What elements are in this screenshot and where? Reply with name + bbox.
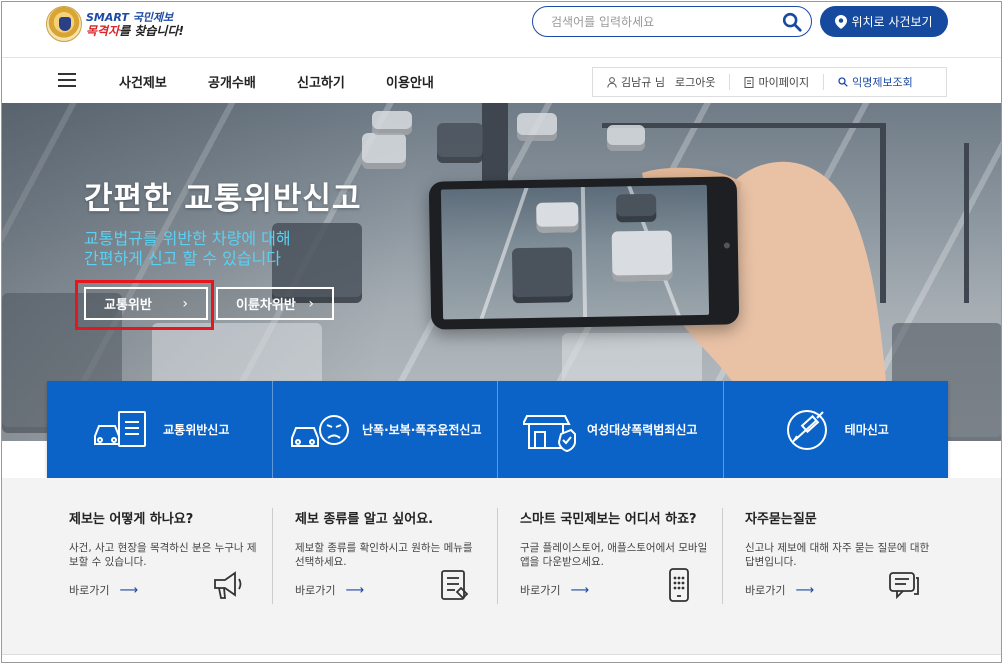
mypage-link[interactable]: 마이페이지: [730, 74, 825, 90]
category-label: 여성대상폭력범죄신고: [587, 423, 698, 437]
category-label: 테마신고: [844, 423, 889, 437]
info-card-report-types: 제보 종류를 알고 싶어요. 제보할 종류를 확인하시고 원하는 메뉴를 선택하…: [295, 508, 520, 604]
arrow-right-icon: ⟶: [345, 582, 365, 598]
angry-car-icon: [290, 414, 349, 447]
logout-link[interactable]: 로그아웃: [675, 74, 715, 90]
hamburger-menu-icon[interactable]: [58, 73, 76, 87]
info-card-faq: 자주묻는질문 신고나 제보에 대해 자주 묻는 질문에 대한 답변입니다. 바로…: [745, 508, 970, 604]
top-bar: SMART 국민제보 목격자를 찾습니다! 위치로 사건보기: [2, 2, 1001, 58]
main-nav: 사건제보 공개수배 신고하기 이용안내 김남규 님 로그아웃 마이페이지 익명제…: [2, 59, 1001, 103]
site-logo[interactable]: SMART 국민제보 목격자를 찾습니다!: [46, 6, 184, 42]
phone-image: [428, 176, 740, 330]
info-card-description: 사건, 사고 현장을 목격하신 분은 누구나 제보할 수 있습니다.: [69, 542, 257, 568]
go-link[interactable]: 바로가기 ⟶: [520, 582, 589, 598]
category-label: 교통위반신고: [163, 423, 230, 437]
user-name: 김남규 님: [621, 76, 665, 89]
traffic-report-icon: [94, 410, 147, 447]
footer-edge: [2, 654, 1001, 662]
highlight-box: [75, 280, 214, 330]
search-icon[interactable]: [781, 11, 803, 33]
phone-screen-image: [440, 184, 710, 320]
browser-frame: SMART 국민제보 목격자를 찾습니다! 위치로 사건보기 사건제보 공개수배…: [1, 1, 1002, 663]
category-reckless-driving[interactable]: 난폭·보복·폭주운전신고: [273, 381, 498, 478]
info-card-description: 구글 플레이스토어, 애플스토어에서 모바일앱을 다운받으세요.: [520, 542, 708, 568]
info-card-title: 스마트 국민제보는 어디서 하죠?: [520, 512, 697, 527]
shop-shield-icon: [523, 414, 577, 452]
traffic-pole-image: [482, 103, 508, 183]
police-emblem-icon: [46, 6, 82, 42]
category-traffic-report[interactable]: 교통위반신고: [47, 381, 273, 478]
go-link[interactable]: 바로가기 ⟶: [69, 582, 138, 598]
arrow-right-icon: ⟶: [795, 582, 815, 598]
info-card-title: 자주묻는질문: [745, 512, 817, 527]
motorcycle-violation-button[interactable]: 이륜차위반 ›: [216, 287, 334, 320]
nav-item-guide[interactable]: 이용안내: [386, 72, 434, 91]
megaphone-icon: [214, 571, 242, 599]
info-section: 제보는 어떻게 하나요? 사건, 사고 현장을 목격하신 분은 누구나 제보할 …: [2, 478, 1001, 654]
category-violence-against-women[interactable]: 여성대상폭력범죄신고: [498, 381, 724, 478]
info-card-description: 제보할 종류를 확인하시고 원하는 메뉴를 선택하세요.: [295, 542, 473, 568]
report-category-strip: 교통위반신고 난폭·보복·폭주운전신고 여성대상폭력범죄신고 테마신고: [47, 381, 948, 478]
hero-title: 간편한 교통위반신고: [84, 181, 362, 217]
anonymous-lookup-label: 익명제보조회: [852, 76, 913, 89]
user-utility-bar: 김남규 님 로그아웃 마이페이지 익명제보조회: [592, 67, 947, 97]
search-input[interactable]: [551, 12, 771, 32]
go-link[interactable]: 바로가기 ⟶: [745, 582, 814, 598]
nav-item-wanted[interactable]: 공개수배: [208, 72, 256, 91]
arrow-right-icon: ⟶: [570, 582, 590, 598]
category-label: 난폭·보복·폭주운전신고: [361, 423, 482, 437]
logo-title: 목격자를 찾습니다!: [86, 23, 184, 38]
location-view-button[interactable]: 위치로 사건보기: [820, 6, 948, 37]
search-box: [532, 6, 812, 37]
chevron-right-icon: ›: [308, 295, 314, 312]
category-theme-report[interactable]: 테마신고: [724, 381, 949, 478]
info-card-where-to-report: 스마트 국민제보는 어디서 하죠? 구글 플레이스토어, 애플스토어에서 모바일…: [520, 508, 745, 604]
mypage-label: 마이페이지: [758, 76, 810, 89]
nav-item-declare[interactable]: 신고하기: [297, 72, 345, 91]
hero-subtitle: 교통법규를 위반한 차량에 대해 간편하게 신고 할 수 있습니다: [84, 229, 291, 268]
nav-item-report[interactable]: 사건제보: [119, 72, 167, 91]
logo-subtitle: SMART 국민제보: [86, 10, 174, 24]
location-button-label: 위치로 사건보기: [851, 15, 933, 29]
info-card-title: 제보 종류를 알고 싶어요.: [295, 512, 434, 527]
arrow-right-icon: ⟶: [119, 582, 139, 598]
user-info: 김남규 님 로그아웃: [593, 74, 731, 90]
checklist-icon: [441, 570, 469, 600]
info-card-description: 신고나 제보에 대해 자주 묻는 질문에 대한 답변입니다.: [745, 542, 930, 568]
chat-icon: [889, 572, 919, 600]
location-pin-icon: [835, 14, 848, 29]
user-icon: [607, 76, 617, 88]
syringe-icon: [786, 409, 827, 450]
document-icon: [744, 76, 754, 88]
info-card-title: 제보는 어떻게 하나요?: [69, 512, 194, 527]
magnifier-icon: [838, 77, 848, 87]
anonymous-lookup-link[interactable]: 익명제보조회: [824, 74, 927, 90]
go-link[interactable]: 바로가기 ⟶: [295, 582, 364, 598]
smartphone-icon: [669, 568, 689, 602]
info-card-how-to-report: 제보는 어떻게 하나요? 사건, 사고 현장을 목격하신 분은 누구나 제보할 …: [69, 508, 294, 604]
